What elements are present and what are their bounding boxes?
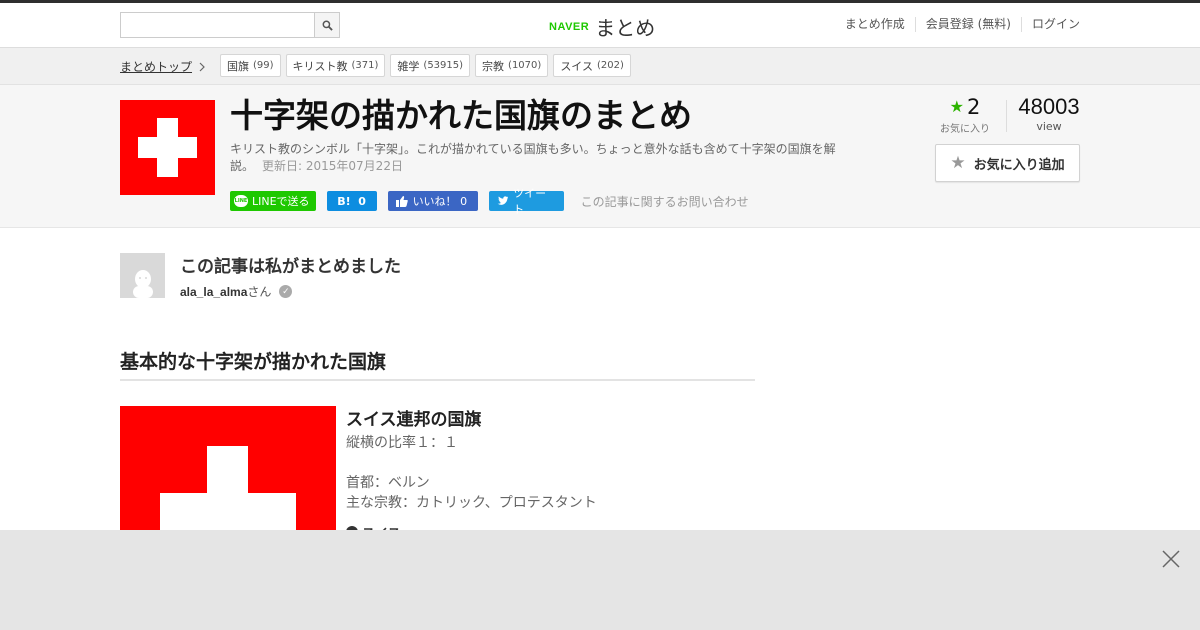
hatena-icon: B! <box>337 194 351 208</box>
close-icon[interactable] <box>1160 548 1182 570</box>
views-counter: 48003 view <box>1018 94 1080 134</box>
tag-trivia[interactable]: 雑学 (53915) <box>390 54 471 77</box>
tag-count: (371) <box>351 60 379 71</box>
tag-christianity[interactable]: キリスト教 (371) <box>285 54 386 77</box>
default-avatar-icon <box>132 270 153 298</box>
facebook-like-button[interactable]: いいね！ 0 <box>387 191 478 211</box>
article-description: キリスト教のシンボル「十字架」。これが描かれている国旗も多い。ちょっと意外な話も… <box>230 141 850 175</box>
author-avatar[interactable] <box>120 253 165 298</box>
site-logo[interactable]: NAVER まとめ <box>549 12 655 41</box>
item-title: スイス連邦の国旗 <box>346 410 482 430</box>
item-image-swiss-flag[interactable] <box>120 406 336 546</box>
article-header: 十字架の描かれた国旗のまとめ キリスト教のシンボル「十字架」。これが描かれている… <box>0 85 1200 228</box>
item-description: 縦横の比率１：１ 首都：ベルン 主な宗教：カトリック、プロテスタント <box>346 433 597 513</box>
star-icon: ★ <box>949 97 964 116</box>
add-favorite-label: お気に入り追加 <box>973 157 1065 173</box>
tag-count: (1070) <box>508 60 542 71</box>
breadcrumb-top-link[interactable]: まとめトップ <box>120 58 206 75</box>
favorites-counter: ★ 2 お気に入り <box>935 95 995 135</box>
line-share-button[interactable]: LINE LINEで送る <box>230 191 316 211</box>
stats-divider <box>1006 100 1007 132</box>
hatena-bookmark-button[interactable]: B! 0 <box>326 191 377 211</box>
item-religion: 主な宗教：カトリック、プロテスタント <box>346 495 597 511</box>
facebook-like-count: 0 <box>460 194 468 208</box>
tag-flag[interactable]: 国旗 (99) <box>220 54 281 77</box>
favorites-label: お気に入り <box>940 124 990 135</box>
search-button[interactable] <box>314 13 339 37</box>
nav-login[interactable]: ログイン <box>1020 17 1080 32</box>
tag-label: スイス <box>560 59 593 73</box>
article-updated-date: 更新日: 2015年07月22日 <box>262 159 403 173</box>
article-thumbnail-swiss-flag <box>120 100 215 195</box>
line-share-label: LINEで送る <box>252 195 310 208</box>
tag-religion[interactable]: 宗教 (1070) <box>475 54 549 77</box>
flag-cross-horizontal <box>160 493 296 534</box>
contact-link[interactable]: この記事に関するお問い合わせ <box>581 193 749 210</box>
views-label: view <box>1036 120 1062 133</box>
author-name[interactable]: ala_la_alma <box>180 285 247 299</box>
breadcrumb-top-label: まとめトップ <box>120 60 193 74</box>
tweet-button[interactable]: ツイート <box>488 187 564 216</box>
views-count: 48003 <box>1018 94 1080 119</box>
tag-count: (99) <box>253 60 274 71</box>
share-buttons: LINE LINEで送る B! 0 いいね！ 0 ツイート この記事に関するお問… <box>230 187 749 216</box>
section-heading: 基本的な十字架が描かれた国旗 <box>120 347 755 381</box>
thumbs-up-icon <box>395 195 408 207</box>
article-title: 十字架の描かれた国旗のまとめ <box>230 96 692 135</box>
author-suffix: さん <box>247 285 272 299</box>
favorites-count: 2 <box>966 95 981 119</box>
tweet-label: ツイート <box>513 187 547 216</box>
tag-count: (53915) <box>423 60 464 71</box>
twitter-bird-icon <box>497 196 509 205</box>
item-ratio: 縦横の比率１：１ <box>346 435 458 451</box>
search-icon <box>322 20 333 31</box>
chevron-right-icon <box>199 62 205 71</box>
search-box <box>120 12 340 38</box>
tag-list: 国旗 (99) キリスト教 (371) 雑学 (53915) 宗教 (1070) スイス… <box>220 54 631 77</box>
hatena-count: 0 <box>358 194 366 208</box>
tag-label: 宗教 <box>482 59 505 73</box>
nav-register[interactable]: 会員登録 (無料) <box>914 17 1021 32</box>
tag-count: (202) <box>596 60 624 71</box>
search-input[interactable] <box>121 13 314 37</box>
line-icon: LINE <box>234 195 248 207</box>
tag-label: 雑学 <box>397 59 420 73</box>
verified-check-icon: ✓ <box>279 285 293 298</box>
tag-label: キリスト教 <box>292 59 348 73</box>
star-outline-icon: ★ <box>950 153 966 173</box>
facebook-like-label: いいね！ <box>412 195 457 208</box>
breadcrumb-bar: まとめトップ 国旗 (99) キリスト教 (371) 雑学 (53915) 宗教 (10… <box>0 48 1200 85</box>
tag-label: 国旗 <box>227 59 249 73</box>
author-name-row: ala_la_alma さん ✓ <box>180 283 293 300</box>
author-heading: この記事は私がまとめました <box>180 257 401 277</box>
item-capital: 首都：ベルン <box>346 475 430 491</box>
logo-brand: NAVER <box>549 20 590 33</box>
bottom-overlay-banner <box>0 530 1200 630</box>
top-nav: まとめ作成 会員登録 (無料) ログイン <box>835 17 1080 32</box>
flag-cross-horizontal <box>138 137 197 158</box>
site-header: NAVER まとめ まとめ作成 会員登録 (無料) ログイン <box>0 3 1200 48</box>
add-favorite-button[interactable]: ★ お気に入り追加 <box>935 144 1080 182</box>
logo-text: まとめ <box>595 16 656 40</box>
tag-switzerland[interactable]: スイス (202) <box>553 54 631 77</box>
nav-create-matome[interactable]: まとめ作成 <box>835 17 915 32</box>
